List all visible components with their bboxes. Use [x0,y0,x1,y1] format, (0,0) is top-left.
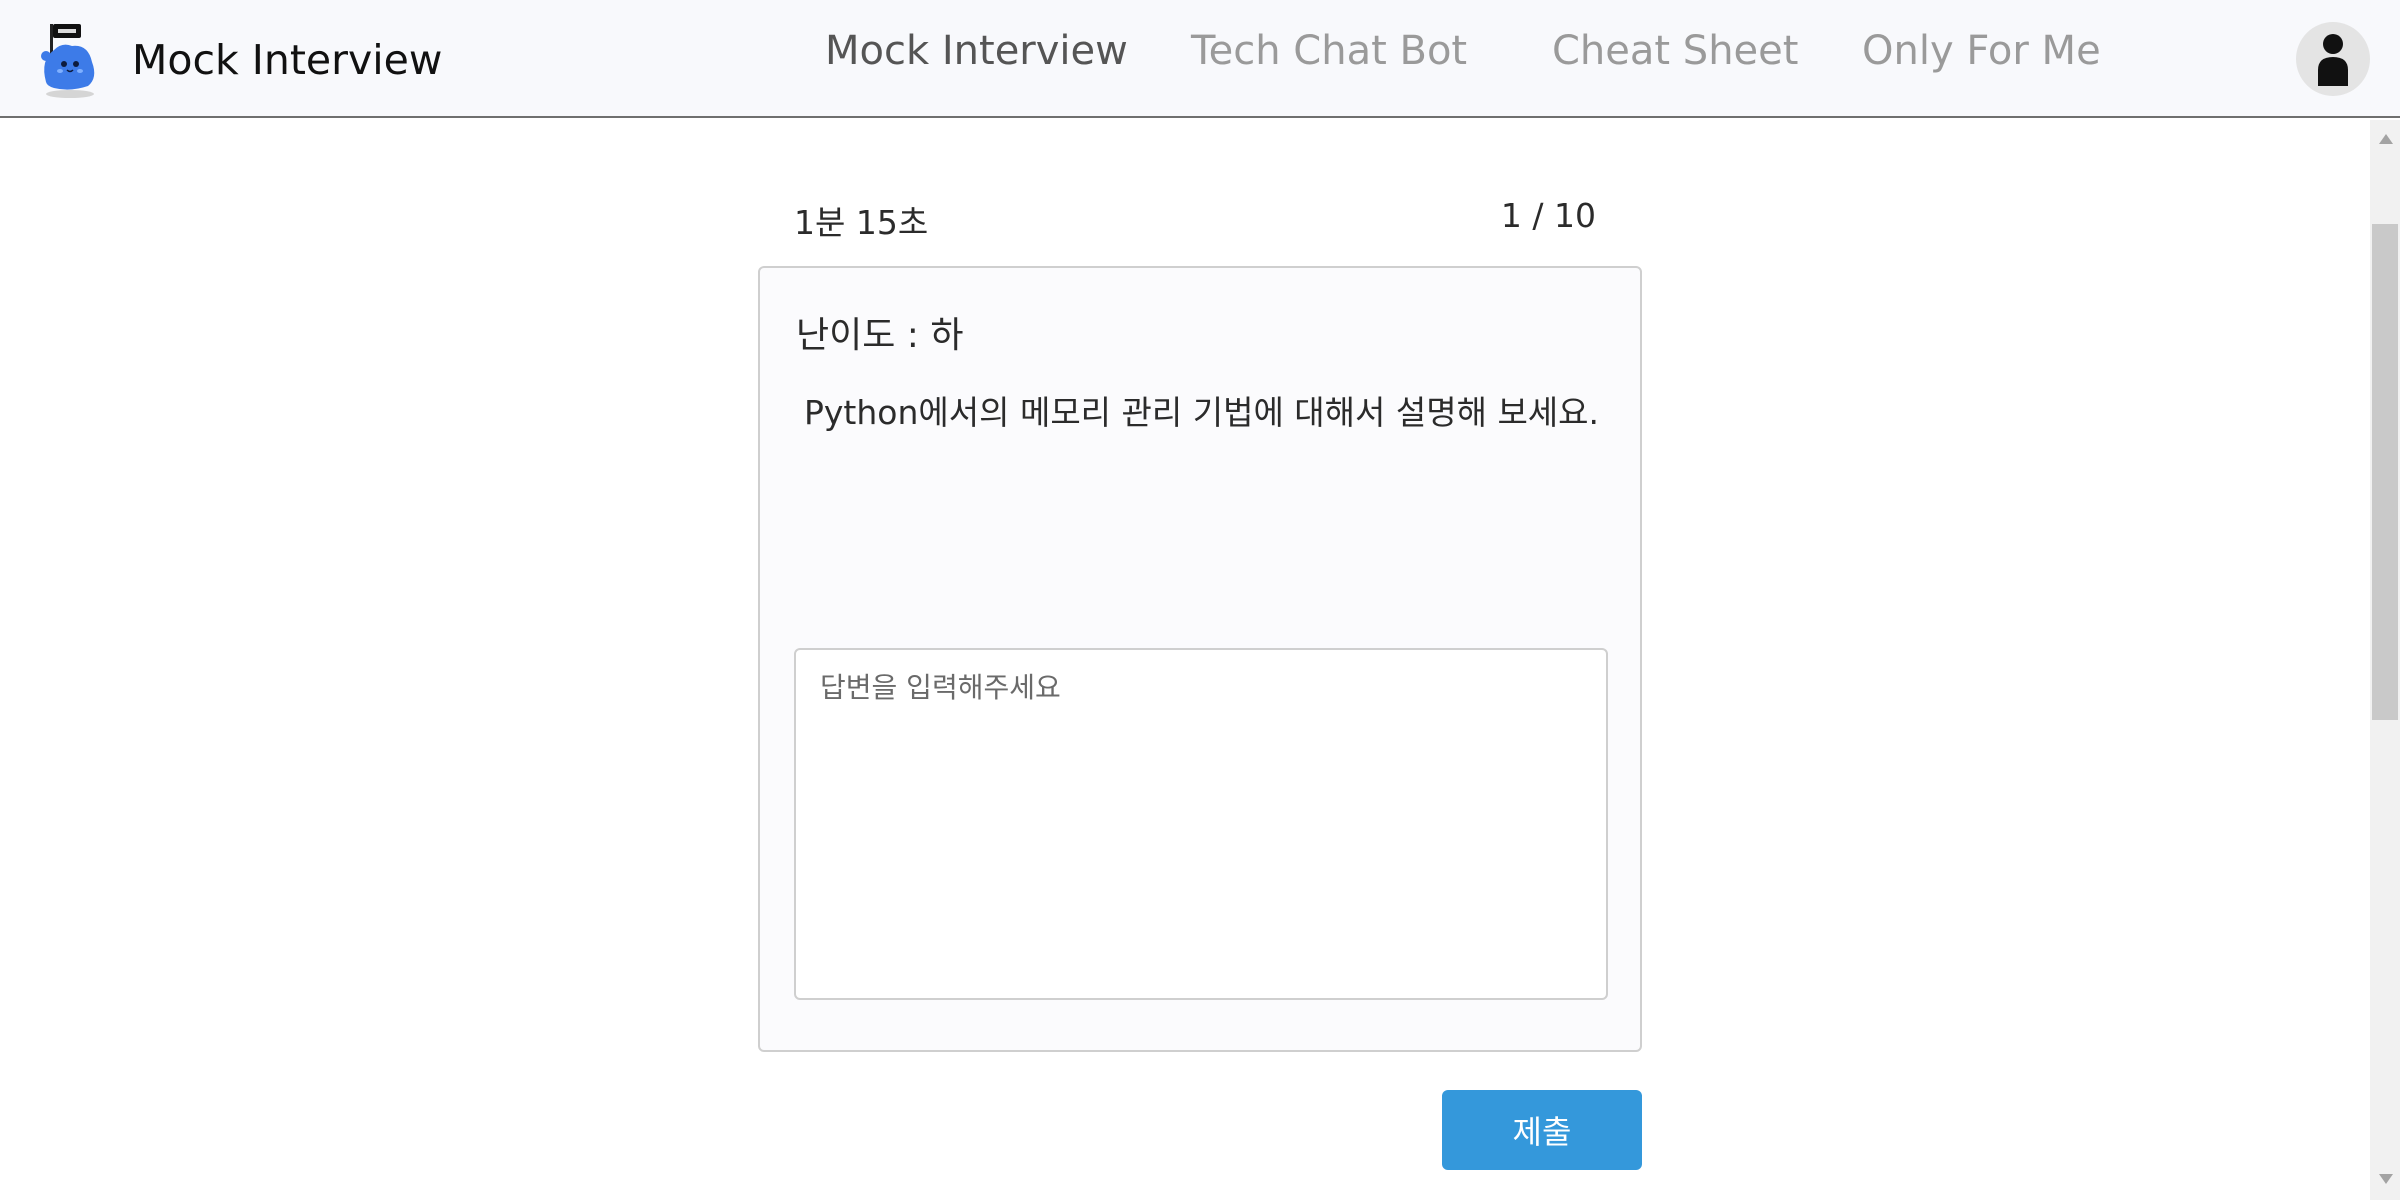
question-progress: 1 / 10 [1500,196,1596,235]
mascot-logo-icon [41,24,95,98]
question-text: Python에서의 메모리 관리 기법에 대해서 설명해 보세요. [804,393,1600,432]
answer-input[interactable] [794,648,1608,1000]
scroll-thumb[interactable] [2372,224,2398,720]
nav-cheat-sheet[interactable]: Cheat Sheet [1552,28,1798,74]
nav-tech-chat-bot[interactable]: Tech Chat Bot [1191,28,1467,74]
nav-mock-interview[interactable]: Mock Interview [825,28,1128,74]
nav-only-for-me[interactable]: Only For Me [1862,28,2101,74]
submit-button[interactable]: 제출 [1442,1090,1642,1170]
scroll-down-icon[interactable] [2379,1174,2393,1184]
brand-title: Mock Interview [132,36,443,84]
vertical-scrollbar[interactable] [2370,120,2400,1200]
countdown-timer: 1분 15초 [794,203,929,242]
difficulty-label: 난이도 : 하 [796,315,964,356]
user-icon [2318,34,2348,86]
scroll-up-icon[interactable] [2379,134,2393,144]
profile-button[interactable] [2296,22,2370,96]
brand-home-link[interactable]: Mock Interview [36,20,442,100]
top-navbar: Mock Interview Mock Interview Tech Chat … [0,0,2400,118]
question-card: 난이도 : 하 Python에서의 메모리 관리 기법에 대해서 설명해 보세요… [758,266,1642,1052]
